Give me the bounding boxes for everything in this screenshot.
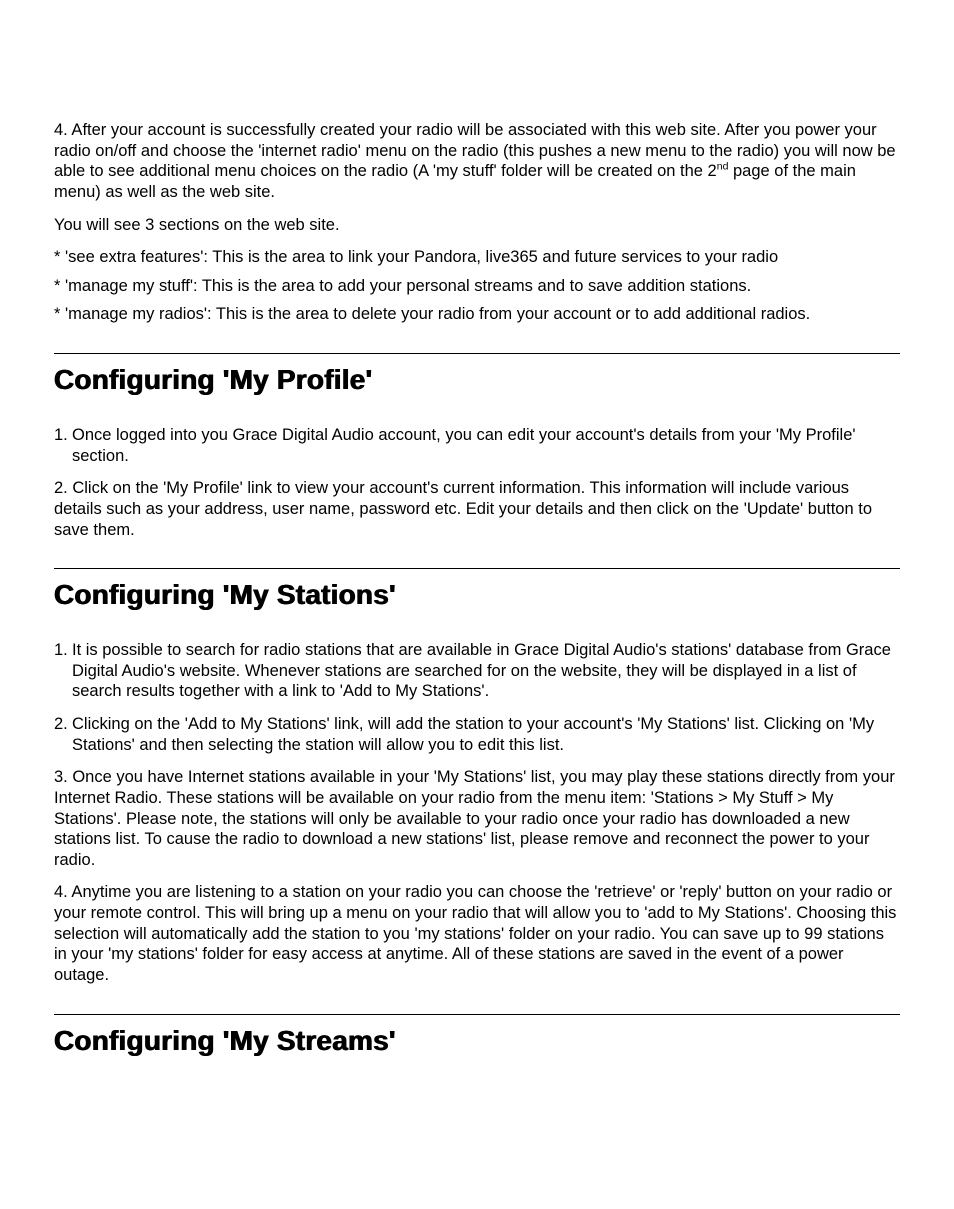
bullet-see-extra-features: * 'see extra features': This is the area…	[54, 247, 900, 268]
intro-sections-lead: You will see 3 sections on the web site.	[54, 215, 900, 236]
ordinal-suffix: nd	[717, 161, 729, 173]
stations-step-1: 1. It is possible to search for radio st…	[54, 640, 900, 702]
heading-my-stations: Configuring 'My Stations'	[54, 568, 900, 612]
heading-my-streams: Configuring 'My Streams'	[54, 1014, 900, 1058]
profile-step-1: 1. Once logged into you Grace Digital Au…	[54, 425, 900, 466]
heading-my-profile: Configuring 'My Profile'	[54, 353, 900, 397]
stations-step-4: 4. Anytime you are listening to a statio…	[54, 882, 900, 985]
bullet-manage-my-radios: * 'manage my radios': This is the area t…	[54, 304, 900, 325]
profile-step-2: 2. Click on the 'My Profile' link to vie…	[54, 478, 900, 540]
bullet-manage-my-stuff: * 'manage my stuff': This is the area to…	[54, 276, 900, 297]
stations-step-2: 2. Clicking on the 'Add to My Stations' …	[54, 714, 900, 755]
stations-step-3: 3. Once you have Internet stations avail…	[54, 767, 900, 870]
intro-paragraph-4: 4. After your account is successfully cr…	[54, 120, 900, 203]
